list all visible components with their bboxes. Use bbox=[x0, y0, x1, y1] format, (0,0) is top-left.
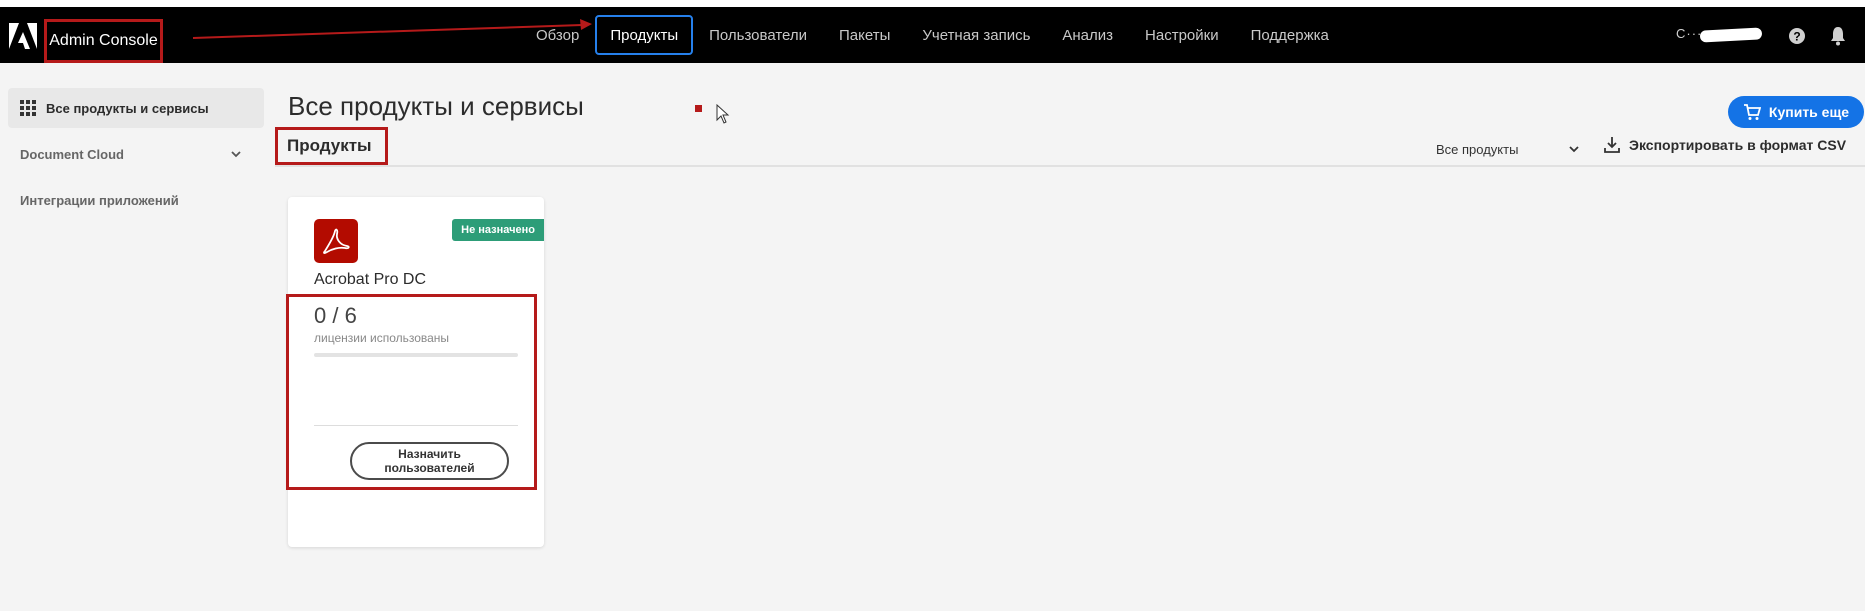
apps-grid-icon bbox=[20, 100, 36, 116]
product-filter-dropdown[interactable]: Все продукты bbox=[1436, 136, 1580, 162]
license-progress-bar bbox=[314, 353, 518, 357]
product-card-acrobat[interactable]: Не назначено Acrobat Pro DC 0 / 6 лиценз… bbox=[286, 197, 544, 547]
cart-icon bbox=[1743, 104, 1761, 120]
bell-icon[interactable] bbox=[1829, 26, 1847, 46]
nav-products[interactable]: Продукты bbox=[595, 15, 694, 55]
acrobat-pdf-icon bbox=[314, 219, 358, 263]
filter-value: Все продукты bbox=[1436, 141, 1519, 157]
sidebar-item-label: Все продукты и сервисы bbox=[46, 100, 209, 116]
status-badge: Не назначено bbox=[452, 219, 544, 241]
chevron-down-icon[interactable] bbox=[230, 148, 242, 160]
export-csv-button[interactable]: Экспортировать в формат CSV bbox=[1604, 136, 1846, 154]
nav-packages[interactable]: Пакеты bbox=[823, 15, 906, 55]
mouse-cursor-icon bbox=[716, 104, 730, 124]
tab-products[interactable]: Продукты bbox=[275, 127, 388, 165]
export-label: Экспортировать в формат CSV bbox=[1629, 137, 1847, 153]
main-nav: Обзор Продукты Пользователи Пакеты Учетн… bbox=[520, 7, 1345, 63]
section-divider bbox=[275, 165, 1865, 167]
card-divider bbox=[314, 425, 518, 426]
adobe-logo-icon[interactable] bbox=[9, 23, 37, 49]
nav-settings[interactable]: Настройки bbox=[1129, 15, 1235, 55]
buy-more-label: Купить еще bbox=[1768, 104, 1850, 120]
page-title: Все продукты и сервисы bbox=[288, 91, 584, 121]
assign-label-line2: пользователей bbox=[384, 461, 475, 475]
sidebar-item-label: Document Cloud bbox=[20, 146, 124, 162]
sidebar-item-all-products[interactable]: Все продукты и сервисы bbox=[8, 88, 264, 128]
page-content: Все продукты и сервисы Document Cloud Ин… bbox=[0, 63, 1865, 611]
product-name[interactable]: Acrobat Pro DC bbox=[314, 271, 426, 289]
nav-support[interactable]: Поддержка bbox=[1235, 15, 1345, 55]
buy-more-button[interactable]: Купить еще bbox=[1728, 96, 1864, 128]
help-icon[interactable]: ? bbox=[1788, 27, 1806, 45]
nav-overview[interactable]: Обзор bbox=[520, 15, 595, 55]
annotation-dot bbox=[695, 105, 702, 112]
license-count: 0 / 6 bbox=[314, 303, 357, 328]
sidebar-item-document-cloud[interactable]: Document Cloud bbox=[8, 134, 264, 174]
chevron-down-icon bbox=[1569, 146, 1579, 153]
nav-users[interactable]: Пользователи bbox=[693, 15, 823, 55]
nav-account[interactable]: Учетная запись bbox=[906, 15, 1046, 55]
nav-insights[interactable]: Анализ bbox=[1046, 15, 1129, 55]
assign-users-button[interactable]: Назначить пользователей bbox=[350, 442, 509, 480]
top-navigation-bar: Admin Console Обзор Продукты Пользовател… bbox=[0, 7, 1865, 63]
sidebar-item-integrations[interactable]: Интеграции приложений bbox=[8, 180, 264, 220]
app-title[interactable]: Admin Console bbox=[44, 19, 163, 63]
license-label: лицензии использованы bbox=[314, 331, 450, 345]
license-section: 0 / 6 лицензии использованы Назначить пол… bbox=[286, 294, 537, 490]
sidebar-item-label: Интеграции приложений bbox=[20, 192, 179, 208]
download-icon bbox=[1604, 137, 1620, 153]
svg-text:?: ? bbox=[1793, 30, 1800, 44]
assign-label-line1: Назначить bbox=[398, 447, 461, 461]
sidebar: Все продукты и сервисы Document Cloud Ин… bbox=[8, 88, 264, 226]
